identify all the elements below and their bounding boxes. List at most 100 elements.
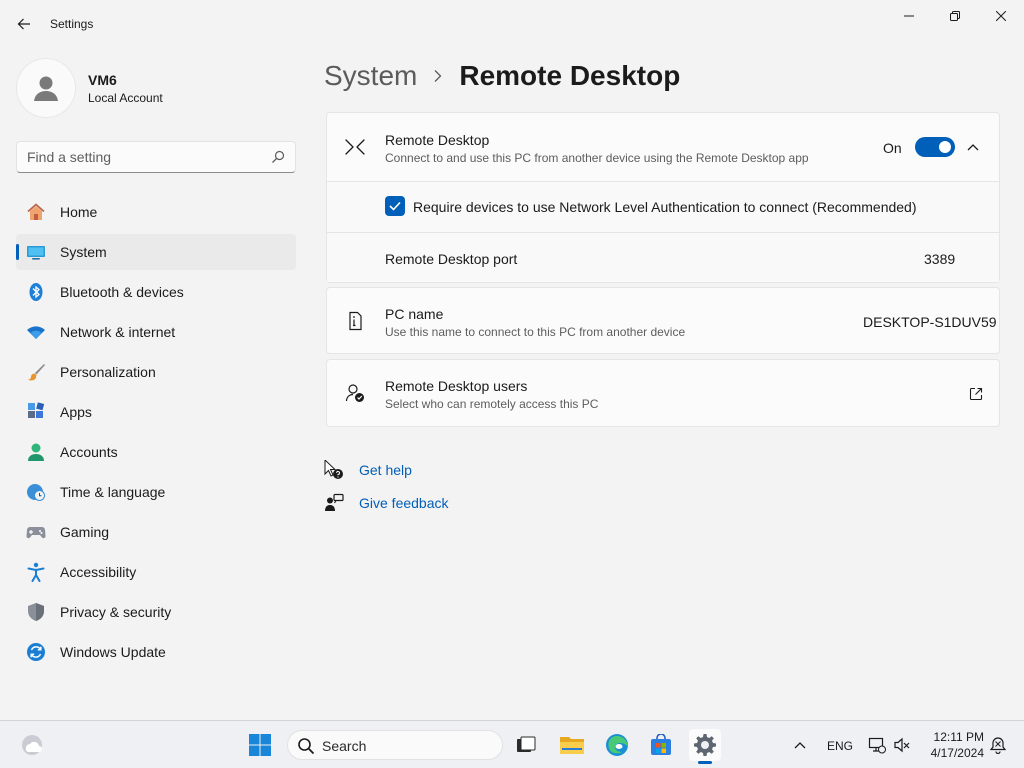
sidebar-item-system[interactable]: System bbox=[16, 234, 296, 270]
sidebar-item-bluetooth[interactable]: Bluetooth & devices bbox=[16, 274, 296, 310]
rd-users-subtitle: Select who can remotely access this PC bbox=[385, 397, 599, 411]
sidebar-item-label: Accounts bbox=[60, 444, 118, 460]
file-explorer-button[interactable] bbox=[556, 729, 588, 761]
chevron-up-icon[interactable] bbox=[963, 137, 983, 157]
remote-desktop-subtitle: Connect to and use this PC from another … bbox=[385, 151, 809, 165]
nla-label[interactable]: Require devices to use Network Level Aut… bbox=[413, 199, 917, 215]
settings-app-button[interactable] bbox=[689, 729, 721, 761]
maximize-button[interactable] bbox=[932, 0, 978, 32]
bluetooth-icon bbox=[26, 282, 46, 302]
rd-users-title: Remote Desktop users bbox=[385, 378, 528, 394]
accessibility-icon bbox=[26, 562, 46, 582]
user-profile[interactable]: VM6 Local Account bbox=[16, 58, 296, 118]
pc-name-value: DESKTOP-S1DUV59 bbox=[863, 314, 997, 330]
checkmark-icon bbox=[389, 201, 401, 211]
back-button[interactable] bbox=[8, 8, 40, 40]
arrow-left-icon bbox=[17, 18, 30, 30]
give-feedback-link[interactable]: Give feedback bbox=[324, 491, 449, 515]
task-view-button[interactable] bbox=[510, 729, 542, 761]
feedback-icon bbox=[324, 493, 344, 513]
get-help-label[interactable]: Get help bbox=[359, 462, 412, 478]
language-indicator[interactable]: ENG bbox=[827, 739, 853, 753]
sidebar-item-gaming[interactable]: Gaming bbox=[16, 514, 296, 550]
taskbar: Search ENG 12:11 PM 4/17/2024 bbox=[0, 720, 1024, 768]
sidebar-item-time-language[interactable]: Time & language bbox=[16, 474, 296, 510]
sidebar-item-network[interactable]: Network & internet bbox=[16, 314, 296, 350]
accounts-icon bbox=[26, 442, 46, 462]
remote-desktop-title: Remote Desktop bbox=[385, 132, 490, 148]
active-app-indicator bbox=[698, 761, 712, 764]
port-value: 3389 bbox=[924, 251, 956, 267]
minimize-button[interactable] bbox=[886, 0, 932, 32]
toggle-knob bbox=[939, 141, 951, 153]
sidebar-item-label: Gaming bbox=[60, 524, 110, 540]
user-check-icon bbox=[345, 383, 365, 403]
windows-logo-icon bbox=[249, 734, 271, 756]
sidebar-item-windows-update[interactable]: Windows Update bbox=[16, 634, 296, 670]
apps-icon bbox=[26, 402, 46, 422]
weather-icon bbox=[22, 735, 42, 755]
breadcrumb-parent[interactable]: System bbox=[324, 60, 417, 92]
minimize-icon bbox=[904, 15, 914, 17]
settings-search[interactable] bbox=[16, 141, 296, 173]
gear-icon bbox=[694, 734, 716, 756]
network-disconnected-icon bbox=[868, 737, 886, 754]
taskbar-clock[interactable]: 12:11 PM 4/17/2024 bbox=[920, 729, 984, 761]
rd-users-row[interactable]: Remote Desktop users Select who can remo… bbox=[327, 360, 999, 426]
remote-desktop-card: Remote Desktop Connect to and use this P… bbox=[326, 112, 1000, 283]
task-view-icon bbox=[517, 736, 536, 752]
start-button[interactable] bbox=[244, 729, 276, 761]
sidebar-item-personalization[interactable]: Personalization bbox=[16, 354, 296, 390]
volume-button[interactable] bbox=[886, 729, 918, 761]
home-icon bbox=[26, 202, 46, 222]
sidebar-item-label: Apps bbox=[60, 404, 92, 420]
clock-date: 4/17/2024 bbox=[930, 746, 984, 760]
sidebar-item-label: Network & internet bbox=[60, 324, 176, 340]
store-icon bbox=[651, 734, 671, 755]
notifications-button[interactable] bbox=[982, 729, 1014, 761]
title-bar: Settings bbox=[0, 0, 1024, 48]
taskbar-search[interactable]: Search bbox=[287, 730, 503, 760]
clock-time: 12:11 PM bbox=[933, 730, 984, 744]
edge-browser-icon bbox=[606, 734, 628, 756]
restore-icon bbox=[950, 11, 960, 21]
close-icon bbox=[996, 11, 1006, 21]
chevron-right-icon bbox=[433, 69, 443, 83]
pc-info-icon bbox=[345, 311, 365, 331]
sidebar-item-label: Bluetooth & devices bbox=[60, 284, 184, 300]
folder-icon bbox=[560, 737, 584, 754]
nla-checkbox[interactable] bbox=[385, 196, 405, 216]
get-help-link[interactable]: Get help bbox=[324, 458, 412, 482]
close-button[interactable] bbox=[978, 0, 1024, 32]
open-external-icon[interactable] bbox=[966, 384, 986, 404]
search-input[interactable] bbox=[27, 142, 267, 172]
pc-name-row: PC name Use this name to connect to this… bbox=[327, 288, 999, 353]
sidebar-item-accessibility[interactable]: Accessibility bbox=[16, 554, 296, 590]
help-icon bbox=[324, 460, 344, 480]
search-icon[interactable] bbox=[271, 150, 285, 169]
update-icon bbox=[26, 642, 46, 662]
rd-users-card[interactable]: Remote Desktop users Select who can remo… bbox=[326, 359, 1000, 427]
pc-name-card: PC name Use this name to connect to this… bbox=[326, 287, 1000, 354]
show-hidden-icons-button[interactable] bbox=[784, 729, 816, 761]
wifi-icon bbox=[26, 322, 46, 342]
brush-icon bbox=[26, 362, 46, 382]
profile-name: VM6 bbox=[88, 72, 117, 88]
remote-desktop-toggle[interactable] bbox=[915, 137, 955, 157]
sidebar-item-accounts[interactable]: Accounts bbox=[16, 434, 296, 470]
sidebar-item-apps[interactable]: Apps bbox=[16, 394, 296, 430]
profile-account-type: Local Account bbox=[88, 91, 163, 105]
sidebar-item-privacy[interactable]: Privacy & security bbox=[16, 594, 296, 630]
edge-button[interactable] bbox=[601, 729, 633, 761]
sidebar-item-home[interactable]: Home bbox=[16, 194, 296, 230]
notification-bell-icon bbox=[989, 737, 1007, 754]
globe-clock-icon bbox=[26, 482, 46, 502]
sidebar-item-label: Accessibility bbox=[60, 564, 137, 580]
port-row: Remote Desktop port 3389 bbox=[327, 232, 999, 282]
weather-widget[interactable] bbox=[16, 729, 48, 761]
give-feedback-label[interactable]: Give feedback bbox=[359, 495, 449, 511]
sidebar-item-label: Personalization bbox=[60, 364, 156, 380]
store-button[interactable] bbox=[645, 729, 677, 761]
sidebar-item-label: Privacy & security bbox=[60, 604, 172, 620]
remote-desktop-header-row[interactable]: Remote Desktop Connect to and use this P… bbox=[327, 113, 999, 181]
